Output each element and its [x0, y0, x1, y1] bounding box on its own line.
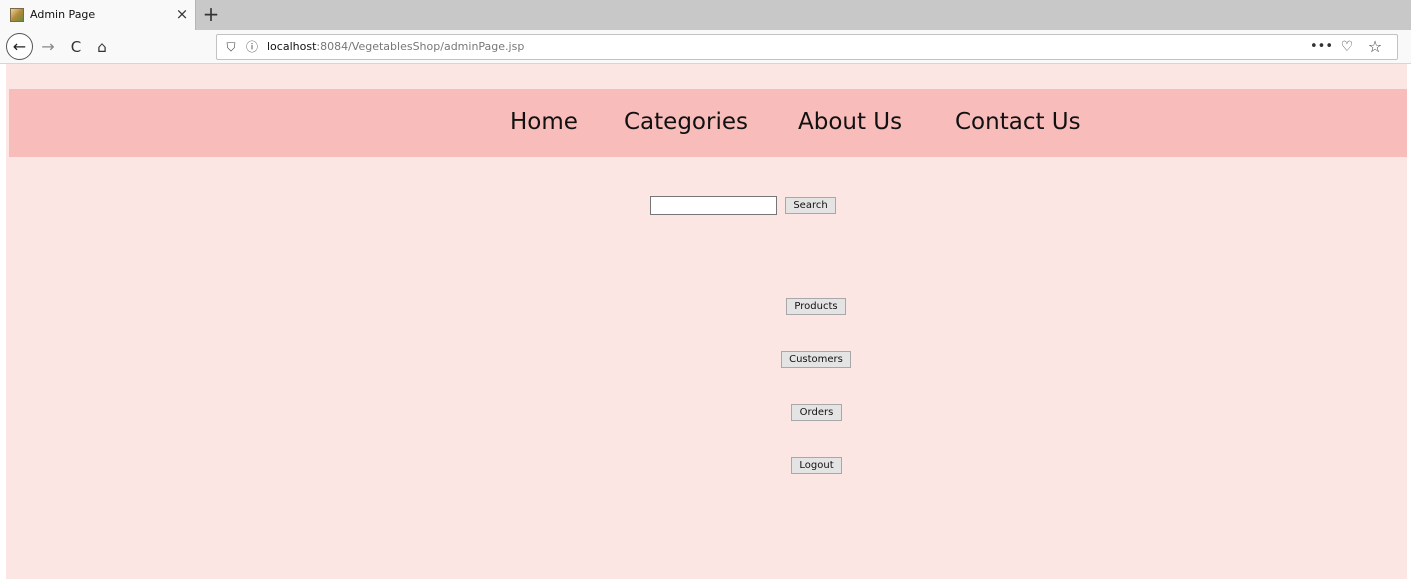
- site-navigation-bar: Home Categories About Us Contact Us: [9, 89, 1407, 157]
- products-button[interactable]: Products: [786, 298, 846, 315]
- page-favicon-icon: [10, 8, 24, 22]
- new-tab-icon[interactable]: +: [200, 2, 222, 26]
- browser-toolbar: ← → C ⌂ ⛉ ⓘ localhost:8084/VegetablesSho…: [0, 30, 1411, 64]
- tab-title: Admin Page: [30, 8, 96, 21]
- orders-button[interactable]: Orders: [791, 404, 842, 421]
- close-tab-icon[interactable]: ×: [174, 5, 190, 23]
- search-input[interactable]: [650, 196, 777, 215]
- nav-link-about-us[interactable]: About Us: [798, 109, 902, 135]
- back-arrow-icon[interactable]: ←: [6, 33, 33, 60]
- nav-link-home[interactable]: Home: [510, 109, 578, 135]
- page-actions-menu-icon[interactable]: •••: [1310, 38, 1333, 56]
- nav-link-contact-us[interactable]: Contact Us: [955, 109, 1081, 135]
- tab-strip: Admin Page × +: [0, 0, 1411, 30]
- site-info-icon[interactable]: ⓘ: [244, 39, 260, 55]
- reload-icon[interactable]: C: [66, 36, 86, 58]
- forward-arrow-icon[interactable]: →: [38, 36, 58, 58]
- bookmark-star-icon[interactable]: ☆: [1365, 37, 1385, 57]
- browser-tab-admin-page[interactable]: Admin Page ×: [0, 0, 196, 30]
- url-path: :8084/VegetablesShop/adminPage.jsp: [316, 40, 525, 53]
- nav-link-categories[interactable]: Categories: [624, 109, 748, 135]
- url-text[interactable]: localhost:8084/VegetablesShop/adminPage.…: [267, 40, 524, 53]
- home-icon[interactable]: ⌂: [92, 36, 112, 58]
- page-viewport: Home Categories About Us Contact Us Sear…: [6, 64, 1407, 579]
- tracking-shield-icon[interactable]: ⛉: [223, 39, 239, 55]
- customers-button[interactable]: Customers: [781, 351, 851, 368]
- pocket-icon[interactable]: ♡: [1337, 38, 1357, 56]
- address-bar[interactable]: ⛉ ⓘ localhost:8084/VegetablesShop/adminP…: [216, 34, 1398, 60]
- url-host: localhost: [267, 40, 317, 53]
- logout-button[interactable]: Logout: [791, 457, 842, 474]
- search-button[interactable]: Search: [785, 197, 836, 214]
